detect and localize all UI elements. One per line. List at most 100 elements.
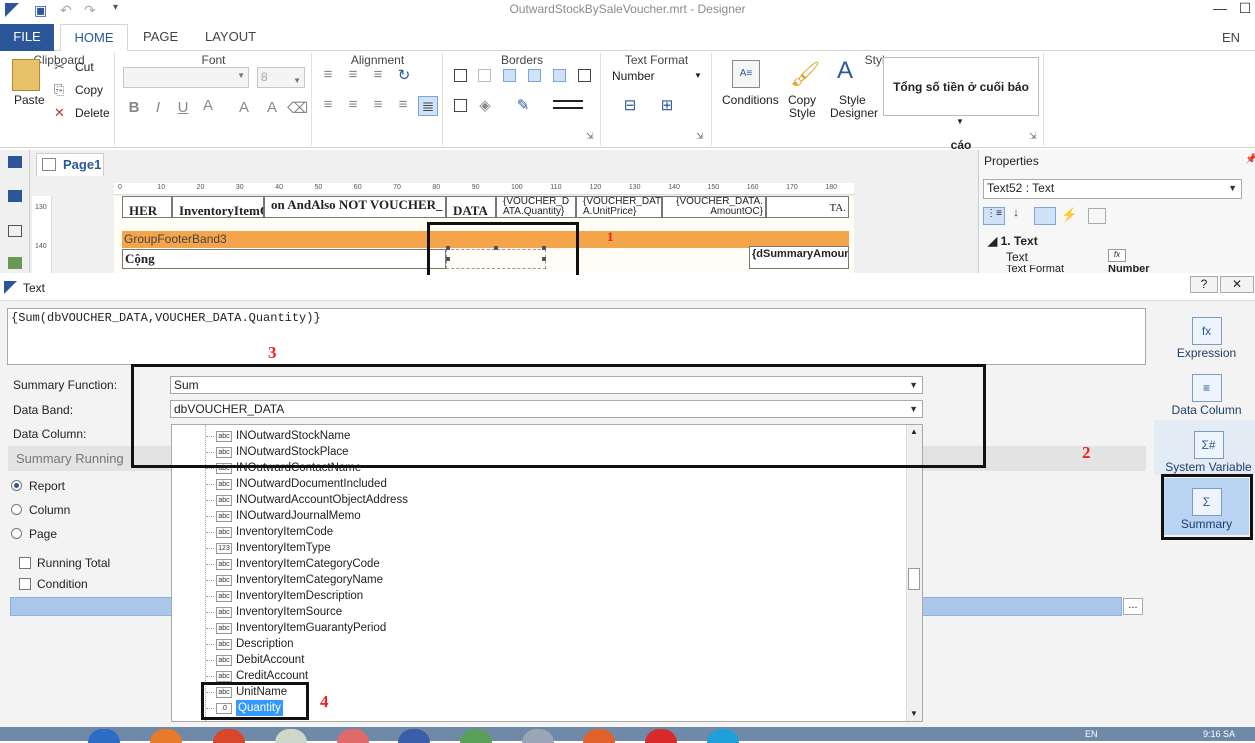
expression-editor-icon[interactable]: fx (1108, 249, 1126, 262)
justify-icon[interactable]: ≡ (393, 96, 413, 113)
events-icon[interactable]: ⚡ (1061, 207, 1077, 223)
tab-layout[interactable]: LAYOUT (193, 24, 268, 51)
report-cell[interactable]: TA. (766, 196, 849, 218)
no-border-icon[interactable] (478, 69, 491, 82)
format-percent-icon[interactable]: ⊞ (657, 96, 677, 114)
data-column-item[interactable]: abc INOutwardDocumentIncluded (216, 476, 387, 492)
toolbox-band-icon[interactable] (8, 190, 22, 202)
conditions-button[interactable]: Conditions (722, 93, 779, 107)
fill-color-icon[interactable]: ◈ (475, 96, 495, 114)
align-left-icon[interactable]: ≡ (318, 96, 338, 113)
rotate-text-icon[interactable]: ↻ (394, 66, 414, 84)
data-column-item[interactable]: abc Description (216, 636, 294, 652)
right-border-icon[interactable] (578, 69, 591, 82)
scroll-thumb[interactable] (908, 568, 920, 590)
style-preview[interactable]: Tổng số tiền ở cuối báo cáo (883, 57, 1039, 152)
minimize-button[interactable]: — (1205, 0, 1235, 22)
conditions-icon[interactable]: A≡ (732, 60, 760, 88)
copy-style-icon[interactable]: 🖌 (790, 60, 820, 89)
radio-report[interactable] (11, 480, 22, 491)
left-border-icon[interactable] (528, 69, 541, 82)
taskbar-language[interactable]: EN (1085, 729, 1098, 739)
toolbox-text-icon[interactable] (8, 225, 22, 237)
running-total-checkbox[interactable] (19, 557, 31, 569)
shadow-border-icon[interactable] (454, 99, 467, 112)
format-dropdown-icon[interactable]: ▼ (694, 71, 702, 80)
radio-column[interactable] (11, 504, 22, 515)
language-indicator[interactable]: EN (1222, 30, 1240, 45)
properties-tab-icon[interactable] (1034, 207, 1056, 225)
help-button[interactable]: ? (1190, 276, 1218, 293)
tab-file[interactable]: FILE (0, 24, 54, 51)
close-button[interactable]: ✕ (1220, 276, 1254, 293)
categorized-icon[interactable]: ⋮≡ (983, 207, 1005, 225)
properties-object-select[interactable]: Text52 : Text ▼ (983, 179, 1242, 199)
underline-icon[interactable]: U (173, 99, 193, 116)
condition-ellipsis-button[interactable]: ... (1123, 598, 1143, 615)
cut-button[interactable]: Cut (75, 60, 94, 74)
pin-icon[interactable]: 📌 (1245, 154, 1255, 165)
style-designer-icon[interactable]: A (837, 57, 853, 85)
footer-label-cell[interactable]: Cộng (122, 249, 446, 269)
paste-icon[interactable] (12, 59, 40, 91)
expression-mode-button[interactable]: fx Expression (1160, 317, 1253, 373)
report-cell[interactable]: on AndAlso NOT VOUCHER_ (264, 196, 446, 218)
data-column-item[interactable]: abc InventoryItemCategoryName (216, 572, 383, 588)
align-center-icon[interactable]: ≡ (343, 96, 363, 113)
maximize-button[interactable]: ☐ (1235, 0, 1255, 22)
condition-checkbox[interactable] (19, 578, 31, 590)
font-size-combo[interactable]: 8 ▼ (257, 67, 305, 88)
format-currency-icon[interactable]: ⊟ (620, 96, 640, 114)
data-column-item[interactable]: abc InventoryItemCategoryCode (216, 556, 380, 572)
border-color-icon[interactable]: ✎ (513, 96, 533, 114)
top-border-icon[interactable] (503, 69, 516, 82)
undo-icon[interactable]: ↶ (60, 2, 72, 19)
align-top-icon[interactable]: ≡ (318, 66, 338, 83)
all-borders-icon[interactable] (454, 69, 467, 82)
property-pages-icon[interactable] (1088, 208, 1106, 224)
toolbox-image-icon[interactable] (8, 257, 22, 269)
report-cell[interactable]: {VOUCHER_DATA. AmountOC} (662, 196, 766, 218)
bottom-border-icon[interactable] (553, 69, 566, 82)
tab-page[interactable]: PAGE (131, 24, 190, 51)
clear-format-icon[interactable]: ⌫ (287, 99, 308, 117)
delete-button[interactable]: Delete (75, 106, 110, 120)
copy-button[interactable]: Copy (75, 83, 103, 97)
borders-dialog-launcher-icon[interactable]: ⇲ (586, 131, 594, 142)
scroll-down-icon[interactable]: ▼ (910, 709, 918, 718)
save-icon[interactable]: ▣ (34, 2, 47, 19)
bold-icon[interactable]: B (124, 99, 144, 116)
data-column-item[interactable]: abc InventoryItemCode (216, 524, 333, 540)
style-designer-button[interactable]: Style (839, 93, 866, 107)
grow-font-icon[interactable]: A (234, 99, 254, 116)
report-cell[interactable]: {VOUCHER_DAT A.UnitPrice} (576, 196, 662, 218)
data-column-list[interactable]: abc INOutwardStockName abc INOutwardStockPl… (171, 424, 923, 722)
align-right-icon[interactable]: ≡ (368, 96, 388, 113)
font-name-combo[interactable]: ▼ (123, 67, 249, 88)
font-color-icon[interactable]: A (198, 97, 218, 114)
toolbox-item-icon[interactable] (8, 156, 22, 168)
sort-az-icon[interactable]: ↓ (1007, 207, 1025, 225)
data-column-item[interactable]: abc InventoryItemGuarantyPeriod (216, 620, 386, 636)
expression-editor[interactable]: {Sum(dbVOUCHER_DATA,VOUCHER_DATA.Quantit… (7, 308, 1146, 365)
report-cell[interactable]: {VOUCHER_D ATA.Quantity} (496, 196, 576, 218)
paste-button[interactable]: Paste (14, 93, 45, 107)
summary-amount-cell[interactable]: {dSummaryAmount (749, 246, 849, 269)
text-format-dialog-launcher-icon[interactable]: ⇲ (696, 131, 704, 142)
data-column-item[interactable]: abc InventoryItemDescription (216, 588, 363, 604)
align-middle-icon[interactable]: ≡ (343, 66, 363, 83)
radio-page[interactable] (11, 528, 22, 539)
italic-icon[interactable]: I (148, 99, 168, 116)
properties-section[interactable]: ◢ 1. Text (988, 234, 1038, 248)
report-cell[interactable]: InventoryItemC (172, 196, 264, 218)
style-dialog-launcher-icon[interactable]: ⇲ (1029, 131, 1037, 142)
data-column-scrollbar[interactable]: ▲ ▼ (906, 425, 922, 721)
align-bottom-icon[interactable]: ≡ (368, 66, 388, 83)
report-cell[interactable]: DATA (446, 196, 496, 218)
data-column-item[interactable]: abc InventoryItemSource (216, 604, 342, 620)
report-cell[interactable]: HER (122, 196, 172, 218)
format-combo[interactable]: Number (612, 69, 655, 83)
copy-style-button[interactable]: Copy (788, 93, 816, 107)
border-style-icon[interactable] (553, 100, 583, 109)
word-wrap-icon[interactable]: ≣ (418, 96, 438, 116)
